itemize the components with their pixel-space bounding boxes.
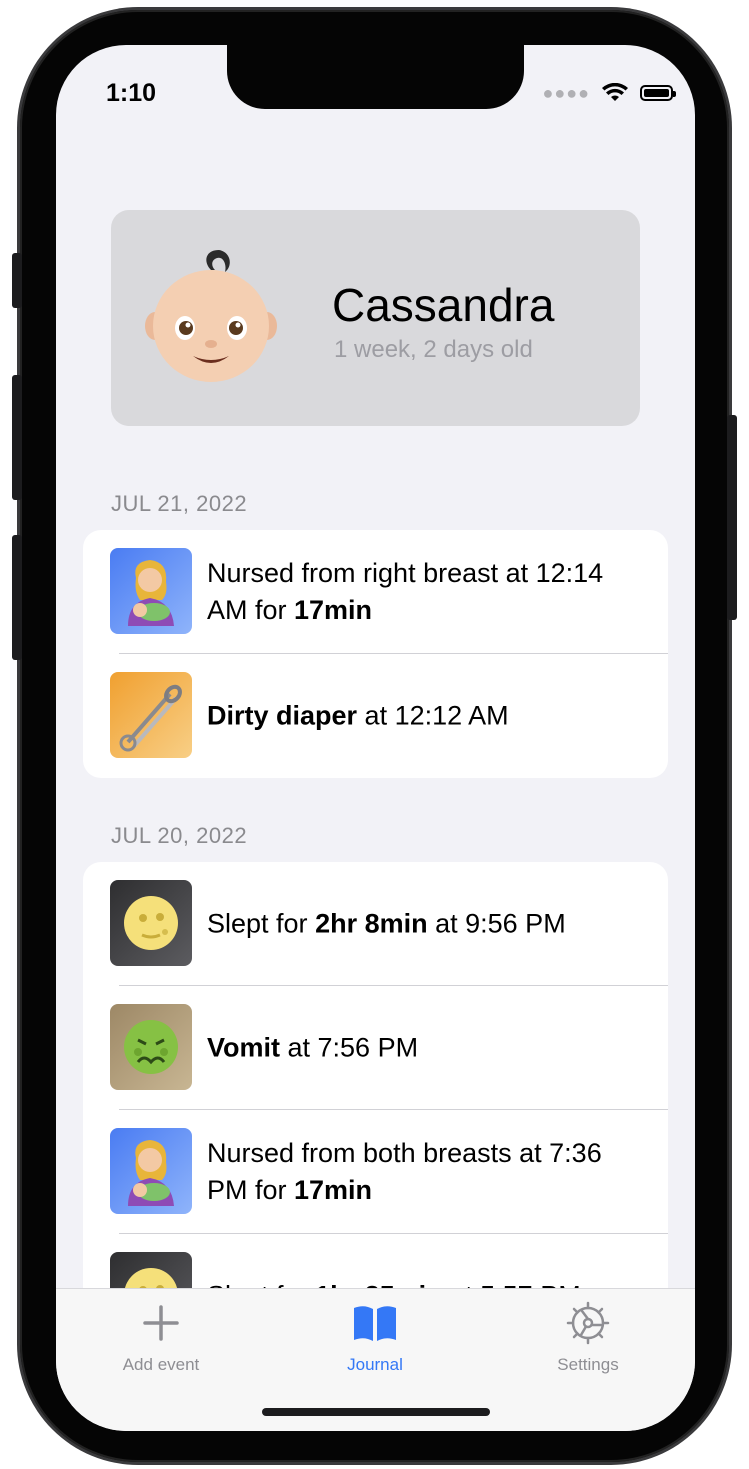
baby-emoji-icon bbox=[145, 250, 277, 382]
event-text: Nursed from right breast at 12:14 AM for… bbox=[207, 558, 604, 625]
gear-icon bbox=[566, 1301, 610, 1345]
nauseated-face-icon bbox=[110, 1004, 192, 1090]
cellular-signal-icon: ●●●● bbox=[542, 83, 590, 103]
status-icons: ●●●● bbox=[542, 83, 676, 103]
event-row[interactable]: Nursed from right breast at 12:14 AM for… bbox=[83, 530, 668, 654]
mute-switch bbox=[12, 253, 22, 308]
event-row[interactable]: Nursed from both breasts at 7:36 PM for … bbox=[83, 1110, 668, 1234]
section-date-header: JUL 20, 2022 bbox=[111, 823, 248, 848]
breastfeeding-icon bbox=[110, 548, 192, 634]
tab-label: Journal bbox=[347, 1355, 403, 1374]
battery-icon bbox=[640, 85, 676, 101]
tab-add-event[interactable]: Add event bbox=[81, 1299, 241, 1375]
baby-age: 1 week, 2 days old bbox=[334, 336, 533, 363]
screen: 1:10 ●●●● Cassandra 1 week, 2 days old J… bbox=[56, 45, 695, 1431]
moon-face-icon bbox=[110, 880, 192, 966]
tab-label: Settings bbox=[557, 1355, 619, 1374]
event-text: Nursed from both breasts at 7:36 PM for … bbox=[207, 1138, 602, 1205]
event-text: Vomit at 7:56 PM bbox=[207, 1032, 419, 1063]
baby-name: Cassandra bbox=[332, 279, 555, 331]
tab-bar: Add event Journal Settings bbox=[56, 1288, 695, 1431]
volume-down-button bbox=[12, 535, 22, 660]
safety-pin-icon bbox=[110, 672, 192, 758]
tab-journal[interactable]: Journal bbox=[295, 1299, 455, 1375]
breastfeeding-icon bbox=[110, 1128, 192, 1214]
wifi-icon bbox=[602, 83, 628, 101]
event-group: Slept for 2hr 8min at 9:56 PM Vomit at 7… bbox=[83, 862, 668, 1292]
event-row[interactable]: Slept for 1hr 25min at 5:57 PM bbox=[83, 1234, 668, 1292]
event-group: Nursed from right breast at 12:14 AM for… bbox=[83, 530, 668, 778]
moon-face-icon bbox=[110, 1252, 192, 1292]
book-icon bbox=[354, 1306, 396, 1341]
section-date-header: JUL 21, 2022 bbox=[111, 491, 248, 516]
plus-icon bbox=[143, 1305, 179, 1341]
event-row[interactable]: Slept for 2hr 8min at 9:56 PM bbox=[83, 862, 668, 986]
home-indicator[interactable] bbox=[262, 1408, 490, 1416]
event-row[interactable]: Dirty diaper at 12:12 AM bbox=[83, 654, 668, 778]
event-row[interactable]: Vomit at 7:56 PM bbox=[83, 986, 668, 1110]
power-button bbox=[727, 415, 737, 620]
status-time: 1:10 bbox=[106, 79, 157, 107]
baby-profile-card[interactable]: Cassandra 1 week, 2 days old bbox=[111, 210, 640, 426]
notch bbox=[227, 45, 524, 109]
event-text: Dirty diaper at 12:12 AM bbox=[207, 700, 509, 731]
tab-settings[interactable]: Settings bbox=[508, 1299, 668, 1375]
tab-label: Add event bbox=[122, 1355, 200, 1374]
volume-up-button bbox=[12, 375, 22, 500]
event-text: Slept for 2hr 8min at 9:56 PM bbox=[207, 908, 566, 939]
